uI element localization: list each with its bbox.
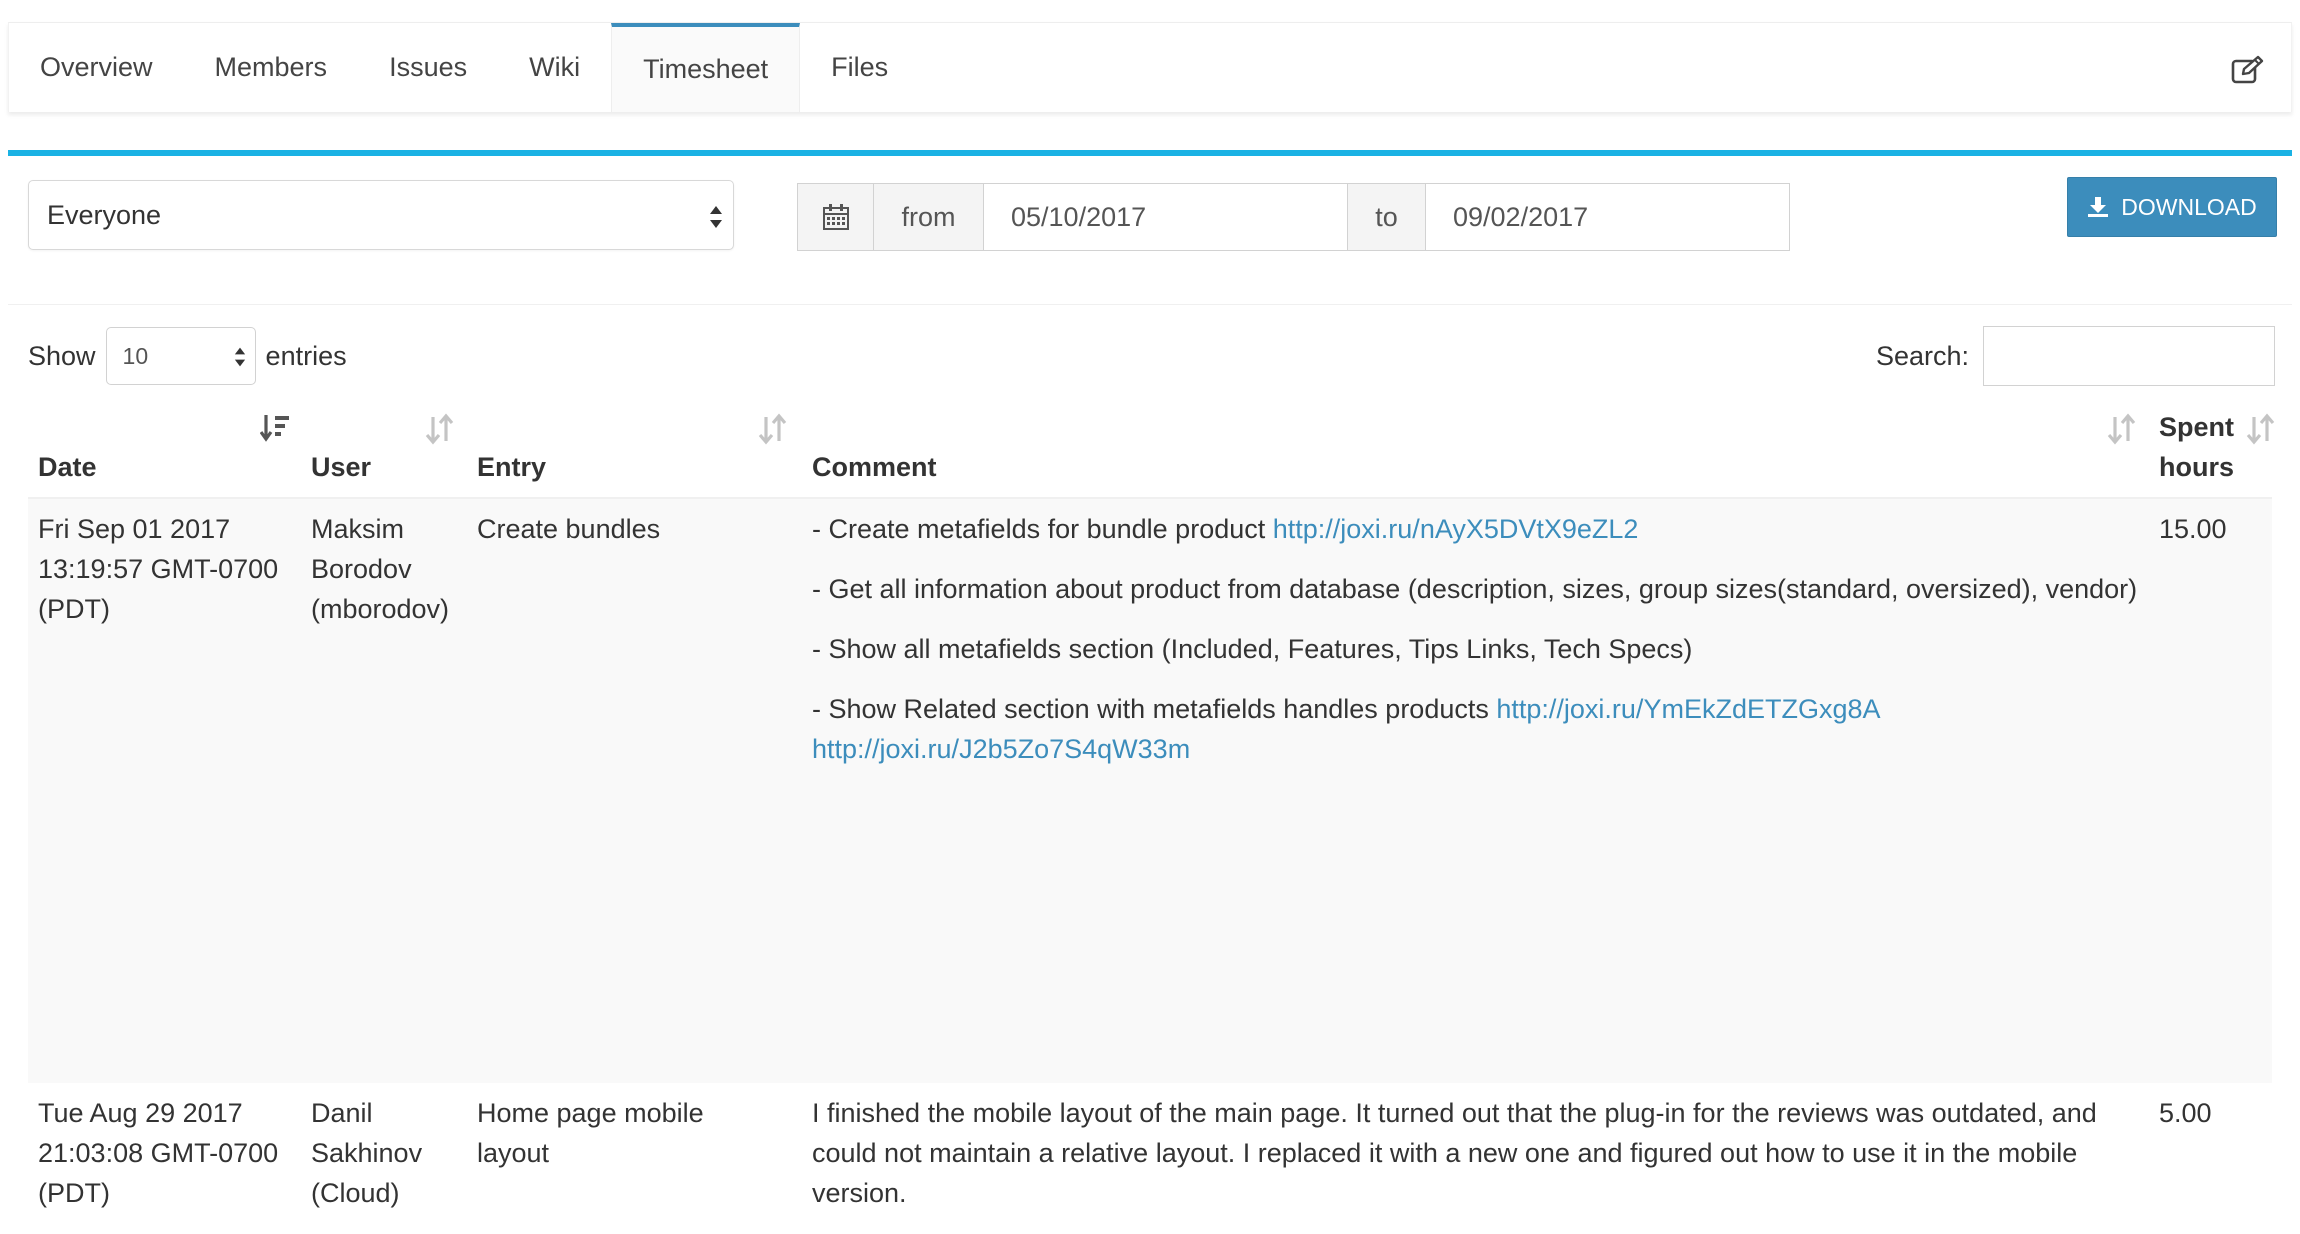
column-header-spent-hours[interactable]: Spent hours [2159, 407, 2234, 487]
date-range-group: from 05/10/2017 to 09/02/2017 [797, 183, 1790, 251]
user-filter-select[interactable]: Everyone [28, 180, 734, 250]
tab-issues[interactable]: Issues [358, 23, 498, 112]
comment-paragraph: - Show Related section with metafields h… [812, 689, 2142, 769]
tab-files[interactable]: Files [800, 23, 919, 112]
cell-comment: I finished the mobile layout of the main… [812, 1098, 2097, 1208]
table-row: Fri Sep 01 2017 13:19:57 GMT-0700 (PDT) … [28, 499, 2272, 1083]
date-line: 21:03:08 GMT-0700 [38, 1138, 279, 1168]
date-line: 13:19:57 GMT-0700 [38, 554, 279, 584]
entry-line: Home page mobile [477, 1098, 704, 1128]
date-line: (PDT) [38, 1178, 110, 1208]
user-line: Danil [311, 1098, 373, 1128]
download-label: DOWNLOAD [2121, 193, 2257, 220]
to-label: to [1348, 184, 1426, 250]
user-line: Borodov [311, 554, 412, 584]
comment-paragraph: - Show all metafields section (Included,… [812, 634, 1693, 664]
cell-hours: 5.00 [2159, 1098, 2212, 1128]
spent-label-line2: hours [2159, 452, 2235, 482]
sort-desc-icon[interactable] [260, 413, 290, 445]
search-label: Search: [1875, 340, 1969, 371]
comment-text: - Show Related section with metafields h… [812, 694, 1497, 724]
cell-user: Danil Sakhinov (Cloud) [311, 1093, 422, 1213]
spent-label-line1: Spent [2159, 412, 2235, 442]
app-root: Overview Members Issues Wiki Timesheet F… [0, 0, 2300, 1234]
cell-date: Tue Aug 29 2017 21:03:08 GMT-0700 (PDT) [38, 1093, 278, 1213]
table-row: Tue Aug 29 2017 21:03:08 GMT-0700 (PDT) … [28, 1083, 2272, 1234]
column-header-date[interactable]: Date [38, 447, 97, 487]
column-header-comment[interactable]: Comment [812, 447, 937, 487]
user-line: (Cloud) [311, 1178, 400, 1208]
table-search: Search: [1876, 326, 2275, 386]
date-line: Fri Sep 01 2017 [38, 514, 231, 544]
filter-box: Everyone from 05/10/2017 to 09/02/2017 D… [8, 150, 2292, 305]
sort-icon[interactable] [425, 413, 455, 445]
column-header-user[interactable]: User [311, 447, 371, 487]
search-input[interactable] [1983, 326, 2275, 386]
comment-text: - Create metafields for bundle product [812, 514, 1273, 544]
project-tabs-bar: Overview Members Issues Wiki Timesheet F… [8, 22, 2292, 112]
page-length-control: Show 10 entries [28, 326, 347, 386]
edit-icon[interactable] [2231, 55, 2265, 85]
timesheet-table: Date User Entry Comment Spent hours Fri … [28, 405, 2275, 1234]
entry-line: layout [477, 1138, 550, 1168]
comment-paragraph: - Create metafields for bundle product h… [812, 509, 2142, 549]
select-arrows-icon [234, 347, 245, 367]
cell-entry: Create bundles [477, 514, 661, 544]
from-label: from [874, 184, 984, 250]
user-line: Sakhinov [311, 1138, 423, 1168]
comment-paragraph: - Get all information about product from… [812, 574, 2138, 604]
tab-list: Overview Members Issues Wiki Timesheet F… [9, 23, 2291, 112]
download-icon [2088, 197, 2109, 217]
tab-timesheet[interactable]: Timesheet [611, 23, 801, 112]
show-label: Show [28, 340, 96, 371]
download-button[interactable]: DOWNLOAD [2067, 177, 2277, 237]
sort-icon[interactable] [2246, 413, 2276, 445]
cell-entry: Home page mobile layout [477, 1093, 704, 1173]
user-line: Maksim [311, 514, 404, 544]
calendar-addon[interactable] [798, 184, 874, 250]
user-filter-value: Everyone [47, 199, 162, 230]
table-header: Date User Entry Comment Spent hours [28, 405, 2275, 499]
to-date-input[interactable]: 09/02/2017 [1426, 184, 1790, 250]
date-line: (PDT) [38, 594, 110, 624]
tab-wiki[interactable]: Wiki [498, 23, 611, 112]
tab-members[interactable]: Members [184, 23, 359, 112]
sort-icon[interactable] [2107, 413, 2137, 445]
sort-icon[interactable] [758, 413, 788, 445]
page-length-select[interactable]: 10 [105, 327, 256, 385]
comment-link[interactable]: http://joxi.ru/J2b5Zo7S4qW33m [812, 734, 1190, 764]
tab-overview[interactable]: Overview [9, 23, 184, 112]
cell-hours: 15.00 [2159, 514, 2227, 544]
from-date-input[interactable]: 05/10/2017 [984, 184, 1348, 250]
user-line: (mborodov) [311, 594, 450, 624]
comment-link[interactable]: http://joxi.ru/nAyX5DVtX9eZL2 [1273, 514, 1639, 544]
page-length-value: 10 [122, 342, 149, 369]
select-arrows-icon [710, 206, 722, 228]
cell-user: Maksim Borodov (mborodov) [311, 509, 449, 629]
cell-comment: - Create metafields for bundle product h… [812, 509, 2142, 789]
column-header-entry[interactable]: Entry [477, 447, 546, 487]
calendar-icon [822, 204, 849, 230]
date-line: Tue Aug 29 2017 [38, 1098, 243, 1128]
entries-label: entries [265, 340, 347, 371]
cell-date: Fri Sep 01 2017 13:19:57 GMT-0700 (PDT) [38, 509, 278, 629]
comment-link[interactable]: http://joxi.ru/YmEkZdETZGxg8A [1496, 694, 1880, 724]
